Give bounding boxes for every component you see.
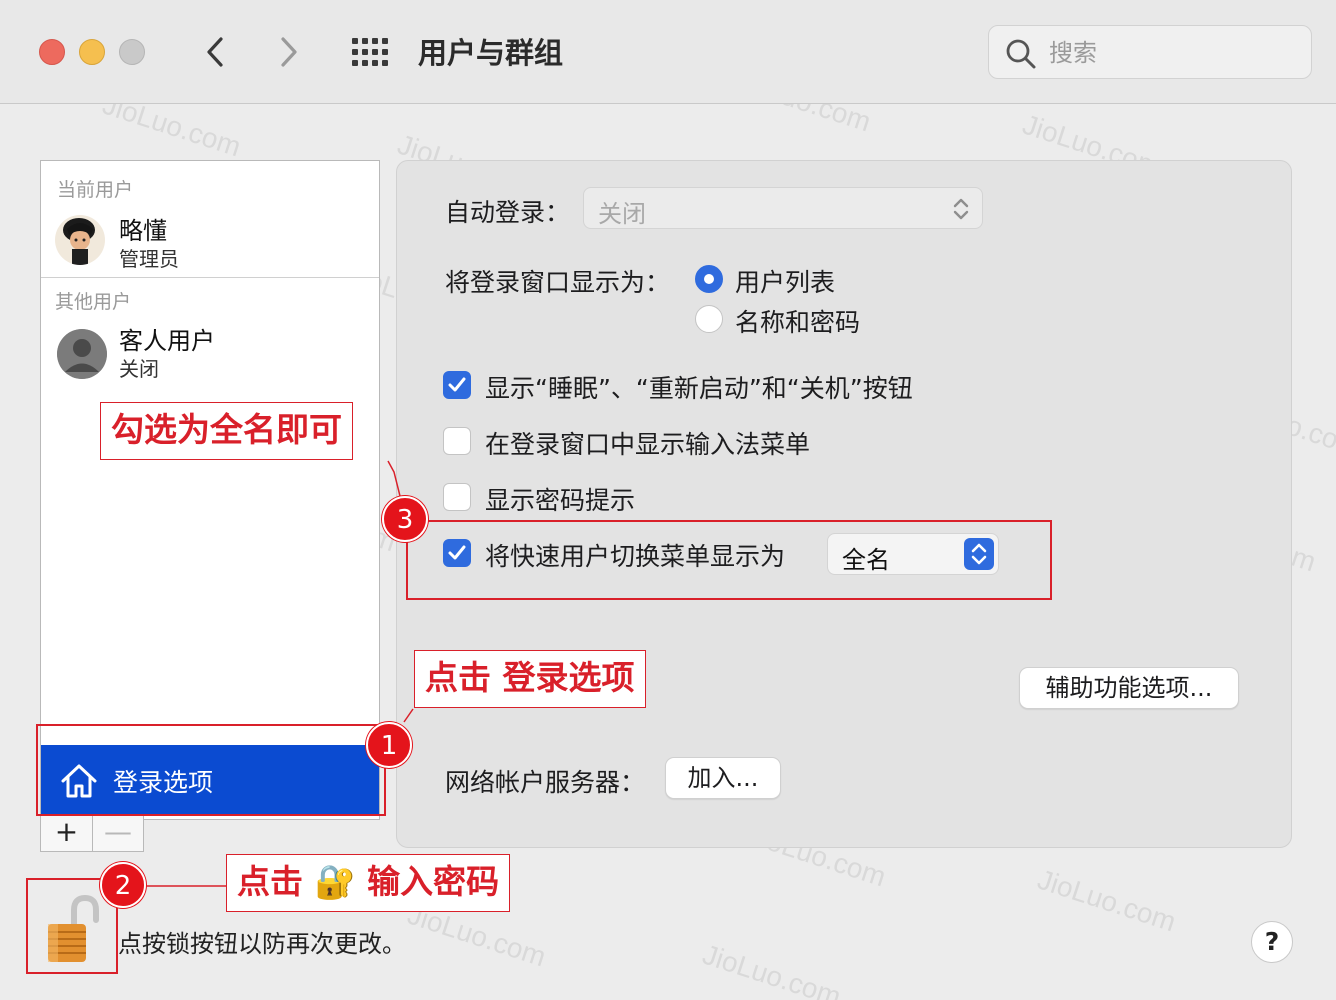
search-icon	[1006, 39, 1036, 69]
auto-login-popup[interactable]: 关闭	[583, 187, 983, 229]
title-bar: 用户与群组	[0, 0, 1336, 104]
zoom-window-button[interactable]	[119, 39, 145, 65]
user-row-current[interactable]: 略懂 管理员	[41, 201, 379, 277]
show-all-button[interactable]	[350, 36, 390, 68]
close-window-button[interactable]	[39, 39, 65, 65]
annotation-badge-3: 3	[382, 496, 428, 542]
user-status: 关闭	[119, 357, 159, 381]
back-button[interactable]	[196, 30, 236, 74]
auto-login-label: 自动登录：	[445, 198, 571, 227]
lock-hint-text: 点按锁按钮以防再次更改。	[118, 930, 406, 958]
annotation-badge-2: 2	[100, 862, 146, 908]
radio-user-list[interactable]	[695, 265, 723, 293]
window-title: 用户与群组	[418, 36, 564, 70]
annotation-label-3: 勾选为全名即可	[100, 402, 353, 460]
network-server-label: 网络帐户服务器：	[445, 768, 646, 797]
user-name: 客人用户	[119, 327, 215, 355]
other-users-label: 其他用户	[55, 291, 132, 313]
checkbox-input-menu-label: 在登录窗口中显示输入法菜单	[485, 430, 811, 459]
annotation-label-1: 点击 登录选项	[414, 650, 646, 708]
radio-name-password-label: 名称和密码	[735, 308, 861, 337]
user-row-guest[interactable]: 客人用户 关闭	[41, 313, 379, 393]
minimize-window-button[interactable]	[79, 39, 105, 65]
chevron-right-icon	[281, 37, 297, 67]
user-role: 管理员	[119, 247, 179, 271]
add-remove-controls: + —	[40, 814, 144, 852]
search-input[interactable]	[1049, 36, 1299, 70]
checkbox-input-menu[interactable]	[443, 427, 471, 455]
current-users-label: 当前用户	[57, 179, 134, 201]
divider	[41, 277, 379, 278]
annotation-box-fast-switch	[406, 520, 1052, 600]
user-avatar-icon	[63, 218, 95, 265]
updown-chevron-icon	[953, 198, 969, 220]
auto-login-value: 关闭	[598, 200, 646, 228]
user-name: 略懂	[119, 217, 167, 245]
watermark: JioLuo.com	[698, 938, 845, 1000]
checkbox-password-hints-label: 显示密码提示	[485, 486, 636, 515]
watermark: JioLuo.com	[1033, 863, 1180, 938]
radio-name-password[interactable]	[695, 305, 723, 333]
avatar	[55, 215, 105, 265]
guest-avatar-icon	[57, 329, 107, 379]
radio-user-list-label: 用户列表	[735, 268, 836, 297]
checkbox-password-hints[interactable]	[443, 483, 471, 511]
user-list: 当前用户 略懂 管理员 其他用户 客人用户 关闭 登录选项	[40, 160, 380, 820]
avatar	[57, 329, 107, 379]
search-field[interactable]	[988, 25, 1312, 79]
accessibility-options-button[interactable]: 辅助功能选项...	[1019, 667, 1239, 709]
add-user-button[interactable]: +	[41, 815, 92, 851]
login-options-panel: 自动登录： 关闭 将登录窗口显示为： 用户列表 名称和密码 显示“睡眠”、“重新…	[396, 160, 1292, 848]
grid-icon	[352, 38, 388, 66]
checkbox-show-power-buttons[interactable]	[443, 371, 471, 399]
help-button[interactable]: ?	[1251, 921, 1293, 963]
remove-user-button[interactable]: —	[92, 815, 143, 851]
login-window-label: 将登录窗口显示为：	[445, 268, 671, 297]
annotation-label-2: 点击 🔐 输入密码	[226, 854, 511, 912]
annotation-box-login-options	[36, 724, 386, 816]
chevron-left-icon	[207, 37, 223, 67]
forward-button[interactable]	[268, 30, 308, 74]
checkmark-icon	[448, 377, 466, 392]
checkbox-show-power-buttons-label: 显示“睡眠”、“重新启动”和“关机”按钮	[485, 374, 913, 403]
join-button[interactable]: 加入...	[665, 757, 781, 799]
annotation-badge-1: 1	[366, 722, 412, 768]
